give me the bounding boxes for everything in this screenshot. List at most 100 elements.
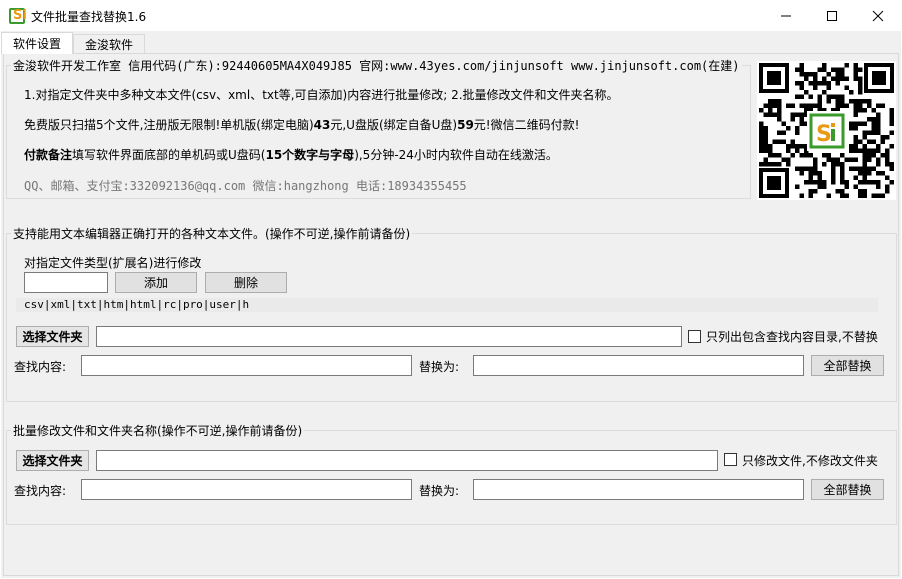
find-content-label: 查找内容:	[14, 360, 67, 374]
rename-choose-folder-button[interactable]: 选择文件夹	[16, 450, 89, 471]
qr-module	[813, 171, 818, 176]
only-files-checkbox[interactable]	[724, 453, 737, 466]
replace-with-label: 替换为:	[419, 360, 460, 374]
payment-note-text-b: 填写软件界面底部的单机码或U盘码(	[72, 148, 266, 162]
qr-module	[862, 153, 867, 158]
maximize-button[interactable]	[809, 0, 855, 31]
qr-module	[790, 153, 795, 158]
qr-module	[826, 72, 831, 77]
qr-module	[817, 94, 822, 99]
qr-module	[808, 166, 813, 171]
qr-module	[885, 162, 890, 167]
qr-module	[795, 184, 800, 189]
qr-module	[831, 157, 836, 162]
qr-module	[817, 103, 822, 108]
qr-module	[862, 135, 867, 140]
qr-module	[862, 157, 867, 162]
qr-module	[808, 193, 813, 198]
extension-list: csv|xml|txt|htm|html|rc|pro|user|h	[24, 298, 250, 311]
qr-module	[786, 103, 791, 108]
tab-jinjun-software[interactable]: 金浚软件	[73, 34, 145, 53]
qr-module	[858, 189, 863, 194]
close-button[interactable]	[855, 0, 901, 31]
qr-module	[853, 121, 858, 126]
qr-module	[853, 184, 858, 189]
qr-module	[790, 144, 795, 149]
qr-module	[790, 103, 795, 108]
only-list-checkbox[interactable]	[688, 330, 701, 343]
qr-module	[871, 153, 876, 158]
qr-module	[876, 130, 881, 135]
add-extension-button[interactable]: 添加	[115, 272, 197, 293]
contact-info: QQ、邮箱、支付宝:332092136@qq.com 微信:hangzhong …	[24, 179, 467, 193]
qr-module	[831, 76, 836, 81]
qr-module	[858, 90, 863, 95]
delete-extension-button[interactable]: 删除	[205, 272, 287, 293]
rename-folder-path-input[interactable]	[96, 450, 718, 471]
qr-module	[844, 76, 849, 81]
only-files-checkbox-label[interactable]: 只修改文件,不修改文件夹	[742, 452, 878, 469]
qr-module	[885, 175, 890, 180]
qr-module	[853, 108, 858, 113]
qr-module	[799, 72, 804, 77]
qr-module	[768, 153, 773, 158]
qr-module	[808, 189, 813, 194]
rename-find-input[interactable]	[81, 479, 412, 500]
qr-module	[817, 99, 822, 104]
qr-module	[835, 76, 840, 81]
tab-settings[interactable]: 软件设置	[1, 32, 73, 54]
qr-module	[867, 103, 872, 108]
qr-module	[763, 126, 768, 131]
window-title: 文件批量查找替换1.6	[31, 10, 147, 24]
qr-module	[799, 67, 804, 72]
minimize-button[interactable]	[763, 0, 809, 31]
qr-module	[853, 103, 858, 108]
qr-module	[862, 148, 867, 153]
qr-module	[808, 94, 813, 99]
qr-module	[835, 103, 840, 108]
extension-input[interactable]	[24, 272, 108, 293]
qr-module	[763, 112, 768, 117]
payment-note-code-hint: 15个数字与字母	[265, 148, 355, 162]
find-content-input[interactable]	[81, 355, 412, 376]
only-list-checkbox-label[interactable]: 只列出包含查找内容目录,不替换	[706, 328, 878, 345]
qr-module	[817, 67, 822, 72]
qr-module	[858, 139, 863, 144]
rename-group-legend: 批量修改文件和文件夹名称(操作不可逆,操作前请备份)	[11, 422, 305, 439]
replace-all-button[interactable]: 全部替换	[811, 355, 884, 376]
qr-module	[853, 63, 858, 68]
qr-module	[799, 112, 804, 117]
qr-module	[759, 139, 764, 144]
info-line-pricing: 免费版只扫描5个文件,注册版无限制!单机版(绑定电脑)43元,U盘版(绑定自备U…	[24, 116, 579, 133]
qr-module	[777, 162, 782, 167]
qr-module	[844, 193, 849, 198]
rename-replace-all-button[interactable]: 全部替换	[811, 479, 884, 500]
folder-path-input[interactable]	[96, 326, 682, 347]
qr-module	[795, 130, 800, 135]
qr-module	[844, 180, 849, 185]
qr-module	[858, 166, 863, 171]
qr-module	[772, 162, 777, 167]
choose-folder-button[interactable]: 选择文件夹	[16, 326, 89, 347]
qr-module	[862, 175, 867, 180]
qr-module	[876, 162, 881, 167]
qr-module	[795, 81, 800, 86]
qr-module	[772, 139, 777, 144]
qr-module	[826, 193, 831, 198]
qr-module	[786, 148, 791, 153]
replace-with-input[interactable]	[473, 355, 804, 376]
qr-module	[831, 94, 836, 99]
qr-module	[885, 189, 890, 194]
qr-module	[799, 94, 804, 99]
rename-replace-input[interactable]	[473, 479, 804, 500]
qr-module	[844, 63, 849, 68]
qr-module	[844, 157, 849, 162]
qr-module	[799, 166, 804, 171]
qr-module	[790, 117, 795, 122]
qr-module	[763, 157, 768, 162]
info-group-legend: 金浚软件开发工作室 信用代码(广东):92440605MA4X049J85 官网…	[11, 57, 742, 74]
qr-module	[835, 94, 840, 99]
qr-module	[889, 117, 894, 122]
qr-module	[876, 112, 881, 117]
minimize-icon	[781, 15, 791, 16]
